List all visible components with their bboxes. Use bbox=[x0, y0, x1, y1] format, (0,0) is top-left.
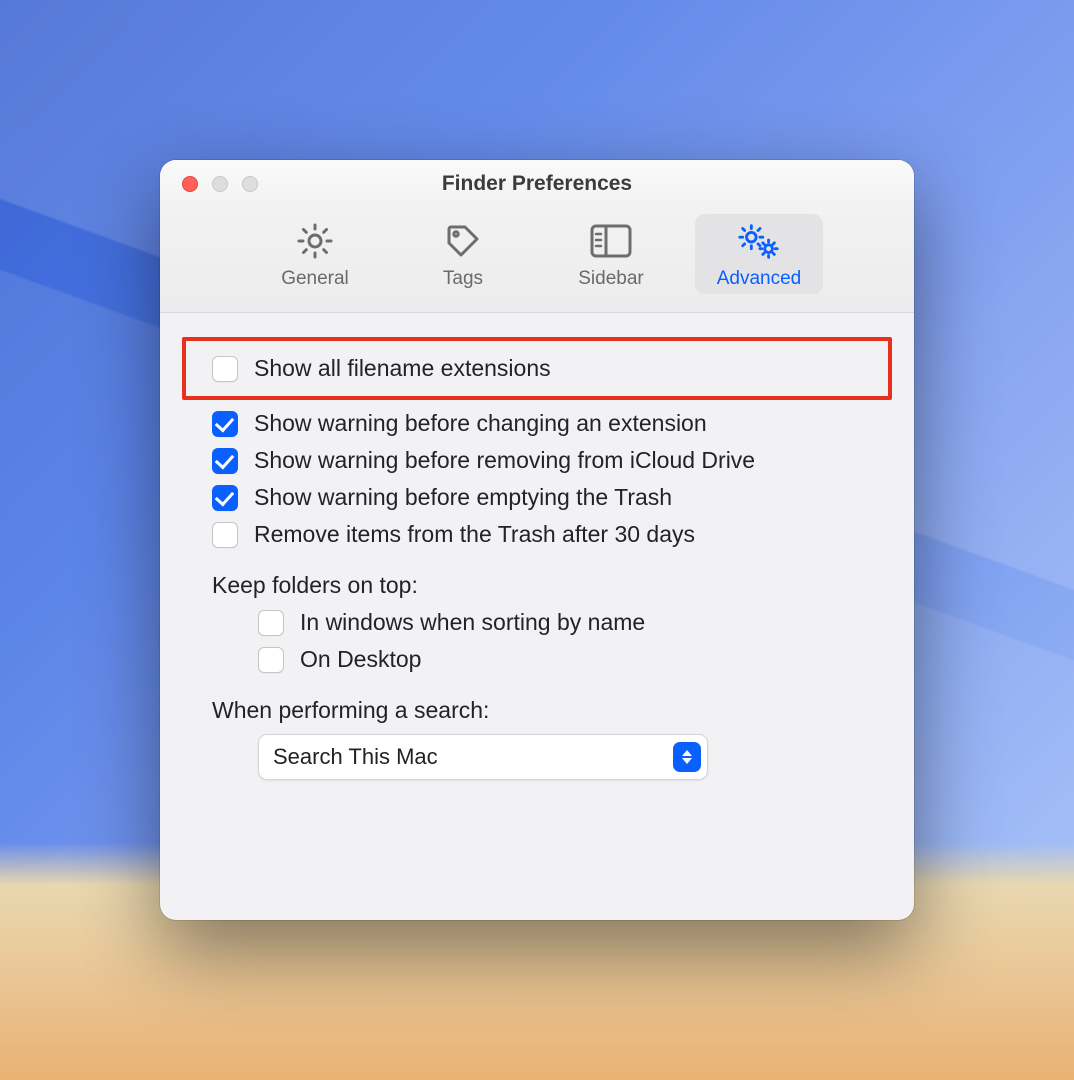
checkbox[interactable] bbox=[212, 411, 238, 437]
tab-tags[interactable]: Tags bbox=[399, 214, 527, 294]
window-title: Finder Preferences bbox=[160, 172, 914, 196]
option-folders-in-windows[interactable]: In windows when sorting by name bbox=[258, 609, 862, 636]
advanced-pane: Show all filename extensions Show warnin… bbox=[160, 313, 914, 820]
select-arrows-icon bbox=[673, 742, 701, 772]
tab-sidebar[interactable]: Sidebar bbox=[547, 214, 675, 294]
tab-label: General bbox=[281, 268, 349, 290]
option-label: Show warning before emptying the Trash bbox=[254, 484, 672, 511]
option-warn-extension[interactable]: Show warning before changing an extensio… bbox=[212, 410, 862, 437]
titlebar: Finder Preferences bbox=[160, 160, 914, 208]
option-auto-empty-trash[interactable]: Remove items from the Trash after 30 day… bbox=[212, 521, 862, 548]
sidebar-icon bbox=[588, 220, 634, 262]
tab-general[interactable]: General bbox=[251, 214, 379, 294]
option-label: In windows when sorting by name bbox=[300, 609, 645, 636]
preference-tabs: General Tags bbox=[160, 208, 914, 313]
checkbox[interactable] bbox=[258, 647, 284, 673]
checkbox[interactable] bbox=[212, 485, 238, 511]
gear-icon bbox=[292, 220, 338, 262]
search-scope-select[interactable]: Search This Mac bbox=[258, 734, 708, 780]
highlighted-option: Show all filename extensions bbox=[182, 337, 892, 400]
advanced-gears-icon bbox=[736, 220, 782, 262]
desktop-background: Finder Preferences General bbox=[0, 0, 1074, 1080]
keep-folders-heading: Keep folders on top: bbox=[212, 572, 862, 599]
option-label: Show warning before removing from iCloud… bbox=[254, 447, 755, 474]
option-folders-on-desktop[interactable]: On Desktop bbox=[258, 646, 862, 673]
tab-label: Tags bbox=[443, 268, 483, 290]
select-value: Search This Mac bbox=[273, 744, 438, 770]
option-warn-trash[interactable]: Show warning before emptying the Trash bbox=[212, 484, 862, 511]
option-label: On Desktop bbox=[300, 646, 421, 673]
tab-advanced[interactable]: Advanced bbox=[695, 214, 823, 294]
checkbox[interactable] bbox=[212, 356, 238, 382]
finder-preferences-window: Finder Preferences General bbox=[160, 160, 914, 920]
tab-label: Sidebar bbox=[578, 268, 644, 290]
checkbox[interactable] bbox=[212, 522, 238, 548]
option-label: Show warning before changing an extensio… bbox=[254, 410, 707, 437]
option-label: Show all filename extensions bbox=[254, 355, 551, 382]
tag-icon bbox=[440, 220, 486, 262]
search-heading: When performing a search: bbox=[212, 697, 862, 724]
option-label: Remove items from the Trash after 30 day… bbox=[254, 521, 695, 548]
option-show-extensions[interactable]: Show all filename extensions bbox=[212, 355, 862, 382]
tab-label: Advanced bbox=[717, 268, 802, 290]
checkbox[interactable] bbox=[258, 610, 284, 636]
option-warn-icloud[interactable]: Show warning before removing from iCloud… bbox=[212, 447, 862, 474]
checkbox[interactable] bbox=[212, 448, 238, 474]
